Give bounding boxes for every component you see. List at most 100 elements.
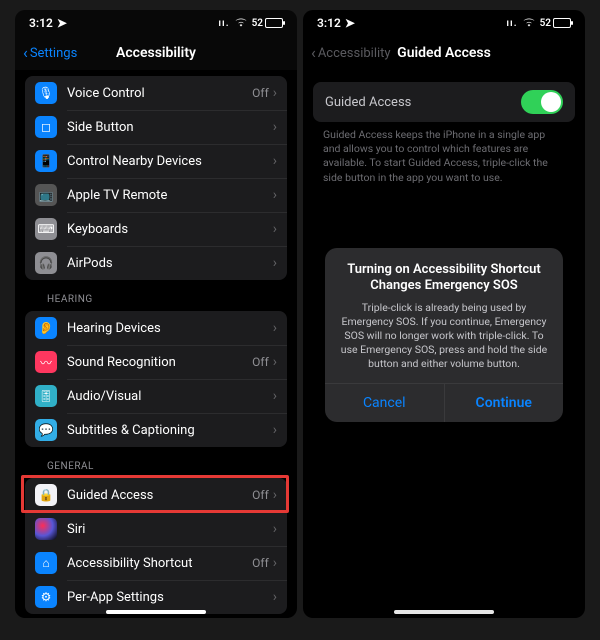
row-status: Off xyxy=(252,488,269,502)
airpods-icon: 🎧 xyxy=(35,252,57,274)
location-icon: ➤ xyxy=(345,16,355,30)
settings-group: 👂Hearing Devices›〰Sound RecognitionOff›🎚… xyxy=(25,311,287,447)
settings-row[interactable]: 📱 Control Nearby Devices› xyxy=(25,144,287,178)
row-label: Keyboards xyxy=(67,222,273,237)
settings-row[interactable]: 〰 Sound RecognitionOff › xyxy=(25,345,287,379)
row-label: Voice Control xyxy=(67,86,252,101)
chevron-right-icon: › xyxy=(273,187,277,203)
status-bar: 3:12 ➤ ıı. 52 xyxy=(15,10,297,36)
back-label: Settings xyxy=(30,46,77,61)
guided-access-toggle-row[interactable]: Guided Access xyxy=(313,82,575,122)
sound-recognition-icon: 〰 xyxy=(35,351,57,373)
section-header: GENERAL xyxy=(15,447,297,478)
voice-control-icon: 🎙 xyxy=(35,82,57,104)
chevron-right-icon: › xyxy=(273,487,277,503)
home-indicator[interactable] xyxy=(106,610,206,614)
settings-row[interactable]: 🔒 Guided AccessOff › xyxy=(25,478,287,512)
settings-row[interactable]: ⌂ Accessibility ShortcutOff › xyxy=(25,546,287,580)
battery-icon: 52 xyxy=(252,18,283,29)
chevron-left-icon: ‹ xyxy=(311,45,316,61)
row-label: Control Nearby Devices xyxy=(67,154,273,169)
alert-message: Triple-click is already being used by Em… xyxy=(339,301,549,372)
chevron-right-icon: › xyxy=(273,354,277,370)
control-nearby-devices-icon: 📱 xyxy=(35,150,57,172)
location-icon: ➤ xyxy=(57,16,67,30)
settings-scroll[interactable]: 🎙Voice ControlOff›◻Side Button›📱Control … xyxy=(15,70,297,618)
settings-row[interactable]: 👂 Hearing Devices› xyxy=(25,311,287,345)
status-time: 3:12 xyxy=(29,16,53,30)
settings-row[interactable]: 💬 Subtitles & Captioning› xyxy=(25,413,287,447)
per-app-settings-icon: ⚙ xyxy=(35,586,57,608)
alert-cancel-button[interactable]: Cancel xyxy=(325,384,444,422)
settings-row[interactable]: ⚙ Per-App Settings› xyxy=(25,580,287,614)
row-status: Off xyxy=(252,556,269,570)
chevron-right-icon: › xyxy=(273,153,277,169)
alert-title: Turning on Accessibility Shortcut Change… xyxy=(339,262,549,295)
hearing-devices-icon: 👂 xyxy=(35,317,57,339)
row-label: Per-App Settings xyxy=(67,590,273,605)
row-label: AirPods xyxy=(67,256,273,271)
back-button[interactable]: ‹ Accessibility xyxy=(311,45,397,61)
chevron-right-icon: › xyxy=(273,255,277,271)
settings-row[interactable]: 🎚 Audio/Visual› xyxy=(25,379,287,413)
page-title: Guided Access xyxy=(397,45,491,61)
back-label: Accessibility xyxy=(318,46,391,61)
wifi-icon xyxy=(234,17,248,30)
chevron-right-icon: › xyxy=(273,221,277,237)
cellular-signal-icon: ıı. xyxy=(218,18,229,29)
chevron-left-icon: ‹ xyxy=(23,45,28,61)
row-label: Siri xyxy=(67,522,273,537)
back-button[interactable]: ‹ Settings xyxy=(23,45,116,61)
emergency-sos-alert: Turning on Accessibility Shortcut Change… xyxy=(325,248,563,422)
section-header: HEARING xyxy=(15,280,297,311)
row-label: Audio/Visual xyxy=(67,389,273,404)
row-label: Sound Recognition xyxy=(67,355,252,370)
cellular-signal-icon: ıı. xyxy=(506,18,517,29)
chevron-right-icon: › xyxy=(273,85,277,101)
settings-row[interactable]: ⌨ Keyboards› xyxy=(25,212,287,246)
row-label: Guided Access xyxy=(67,488,252,503)
settings-group: 🔒Guided AccessOff›Siri›⌂Accessibility Sh… xyxy=(25,478,287,614)
row-label: Subtitles & Captioning xyxy=(67,423,273,438)
chevron-right-icon: › xyxy=(273,320,277,336)
status-time: 3:12 xyxy=(317,16,341,30)
guided-access-icon: 🔒 xyxy=(35,484,57,506)
home-indicator[interactable] xyxy=(394,610,494,614)
settings-row[interactable]: Siri› xyxy=(25,512,287,546)
alert-continue-button[interactable]: Continue xyxy=(444,384,564,422)
chevron-right-icon: › xyxy=(273,555,277,571)
settings-row[interactable]: ◻ Side Button› xyxy=(25,110,287,144)
chevron-right-icon: › xyxy=(273,388,277,404)
settings-group: 🎙Voice ControlOff›◻Side Button›📱Control … xyxy=(25,76,287,280)
row-status: Off xyxy=(252,355,269,369)
status-bar: 3:12 ➤ ıı. 52 xyxy=(303,10,585,36)
toggle-switch[interactable] xyxy=(521,90,563,114)
chevron-right-icon: › xyxy=(273,119,277,135)
guided-access-help-text: Guided Access keeps the iPhone in a sing… xyxy=(303,122,585,185)
row-label: Side Button xyxy=(67,120,273,135)
chevron-right-icon: › xyxy=(273,422,277,438)
chevron-right-icon: › xyxy=(273,589,277,605)
nav-header: ‹ Accessibility Guided Access xyxy=(303,36,585,70)
audio-visual-icon: 🎚 xyxy=(35,385,57,407)
row-label: Accessibility Shortcut xyxy=(67,556,252,571)
accessibility-shortcut-icon: ⌂ xyxy=(35,552,57,574)
settings-row[interactable]: 🎧 AirPods› xyxy=(25,246,287,280)
nav-header: ‹ Settings Accessibility xyxy=(15,36,297,70)
siri-icon xyxy=(35,518,57,540)
settings-row[interactable]: 📺 Apple TV Remote› xyxy=(25,178,287,212)
screenshot-accessibility-settings: 3:12 ➤ ıı. 52 ‹ Settings xyxy=(15,10,297,618)
row-label: Apple TV Remote xyxy=(67,188,273,203)
subtitles-captioning-icon: 💬 xyxy=(35,419,57,441)
side-button-icon: ◻ xyxy=(35,116,57,138)
battery-icon: 52 xyxy=(540,18,571,29)
wifi-icon xyxy=(522,17,536,30)
toggle-label: Guided Access xyxy=(325,95,521,110)
screenshot-guided-access: 3:12 ➤ ıı. 52 ‹ Accessibility Guided Acc… xyxy=(303,10,585,618)
keyboards-icon: ⌨ xyxy=(35,218,57,240)
row-status: Off xyxy=(252,86,269,100)
row-label: Hearing Devices xyxy=(67,321,273,336)
apple-tv-remote-icon: 📺 xyxy=(35,184,57,206)
page-title: Accessibility xyxy=(116,45,196,61)
settings-row[interactable]: 🎙 Voice ControlOff › xyxy=(25,76,287,110)
